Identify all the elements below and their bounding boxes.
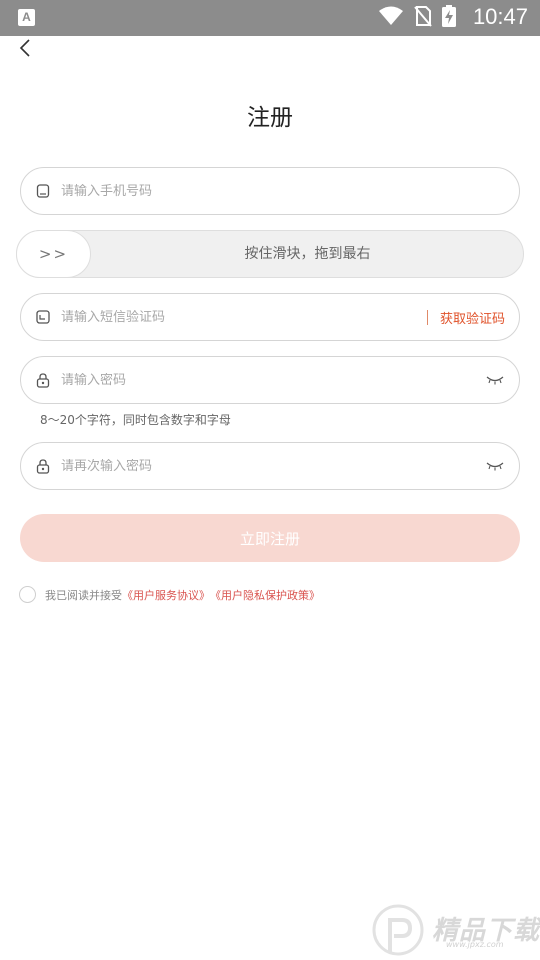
get-code-button[interactable]: 获取验证码 — [440, 308, 505, 327]
terms-link[interactable]: 《用户服务协议》 — [122, 587, 210, 603]
agreement-checkbox[interactable] — [19, 586, 36, 603]
lock-icon — [35, 458, 51, 474]
confirm-password-field[interactable] — [20, 442, 520, 490]
sms-code-field[interactable]: 获取验证码 — [20, 293, 520, 341]
status-bar: A 10:47 — [0, 0, 540, 36]
app-notification-icon: A — [18, 9, 35, 26]
eye-closed-icon[interactable] — [485, 459, 505, 473]
watermark-url: www.jpxz.com — [446, 940, 504, 949]
privacy-link[interactable]: 《用户隐私保护政策》 — [210, 587, 320, 603]
slide-verify[interactable]: >> 按住滑块，拖到最右 — [16, 230, 524, 278]
agreement-row: 我已阅读并接受 《用户服务协议》 《用户隐私保护政策》 — [19, 586, 320, 603]
eye-closed-icon[interactable] — [485, 373, 505, 387]
chevron-left-icon — [19, 39, 30, 57]
message-icon — [35, 309, 51, 325]
agreement-prefix: 我已阅读并接受 — [45, 588, 122, 602]
password-hint: 8～20个字符，同时包含数字和字母 — [40, 413, 231, 427]
back-button[interactable] — [10, 36, 40, 60]
confirm-password-input[interactable] — [61, 458, 485, 474]
no-sim-icon — [414, 5, 432, 31]
slider-handle[interactable]: >> — [16, 230, 91, 278]
sms-code-input[interactable] — [61, 309, 427, 325]
wifi-icon — [378, 6, 404, 30]
lock-icon — [35, 372, 51, 388]
password-input[interactable] — [61, 372, 485, 388]
phone-input[interactable] — [61, 183, 505, 199]
phone-field[interactable] — [20, 167, 520, 215]
watermark-logo-icon — [372, 904, 424, 956]
phone-icon — [35, 183, 51, 199]
status-icons — [378, 5, 456, 31]
password-field[interactable] — [20, 356, 520, 404]
divider — [426, 309, 428, 325]
battery-charging-icon — [442, 5, 456, 31]
watermark: 精品下载 www.jpxz.com — [372, 902, 540, 960]
page-title: 注册 — [247, 105, 293, 131]
clock: 10:47 — [472, 4, 528, 29]
slider-hint: 按住滑块，拖到最右 — [244, 246, 371, 262]
register-button[interactable]: 立即注册 — [20, 514, 520, 562]
